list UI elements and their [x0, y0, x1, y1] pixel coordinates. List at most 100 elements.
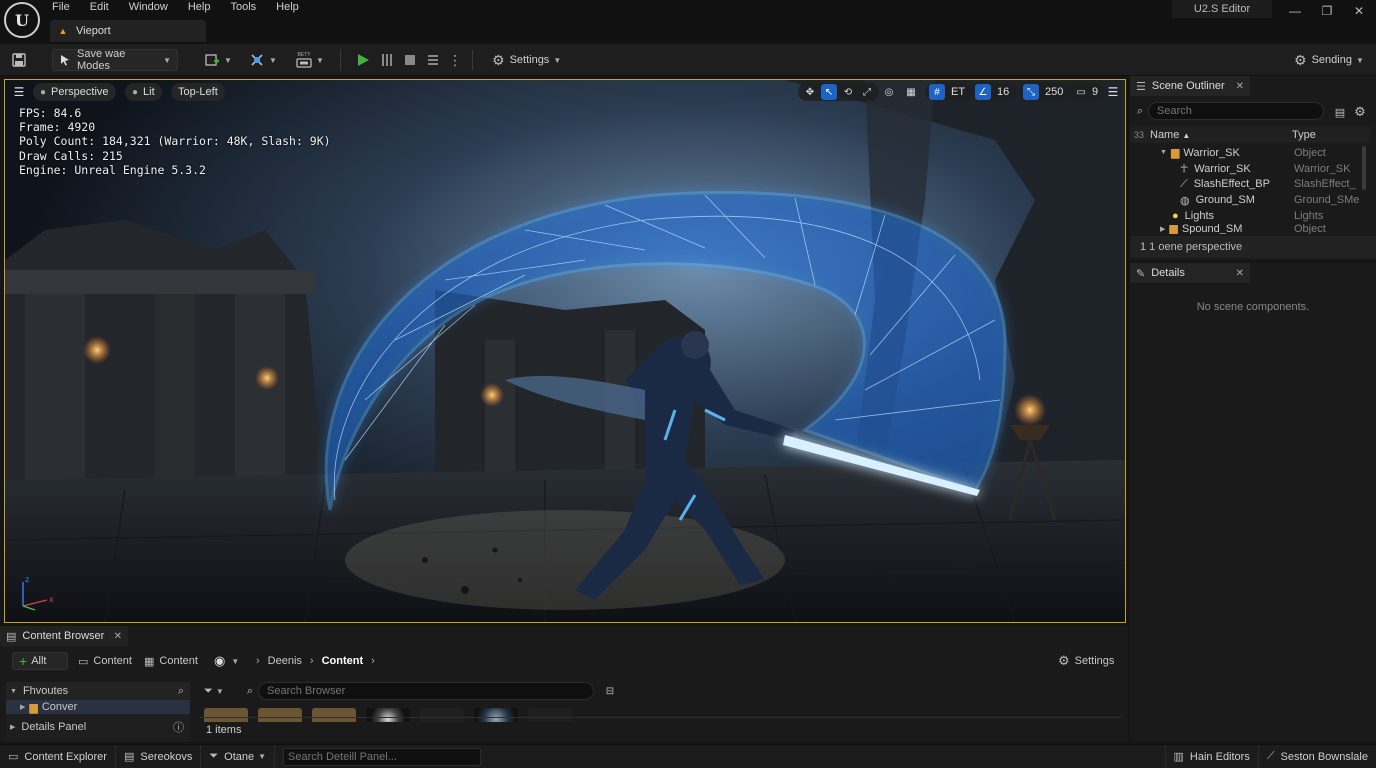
rotation-snap-icon[interactable]: ∠ — [975, 84, 991, 100]
chevron-down-icon: ▼ — [553, 55, 562, 65]
minimize-icon[interactable]: — — [1280, 0, 1310, 22]
expand-icon: ▶ — [20, 704, 26, 711]
source-control-dropdown[interactable]: ⚙ Sending ▼ — [1288, 49, 1370, 71]
layout-dropdown[interactable]: Top-Left — [171, 83, 225, 101]
sequences-button[interactable]: ▤ Sereokovs — [116, 744, 202, 768]
asset-thumbnail[interactable] — [366, 708, 410, 722]
rotation-snap-value[interactable]: 16 — [994, 86, 1012, 98]
close-icon[interactable]: ✕ — [1236, 81, 1244, 92]
cmd-dropdown[interactable]: ⏷ Otane ▼ — [201, 744, 276, 768]
camera-options-icon[interactable]: ▭ — [1073, 84, 1089, 100]
menu-edit[interactable]: Edit — [90, 1, 109, 14]
asset-thumbnail[interactable] — [474, 708, 518, 722]
close-icon[interactable]: ✕ — [1236, 268, 1244, 279]
camera-options-value[interactable]: 9 — [1092, 86, 1101, 98]
menu-help-2[interactable]: Help — [276, 1, 299, 14]
filter-dropdown[interactable]: ⏷ ▼ — [204, 682, 224, 700]
content-settings-button[interactable]: ⚙ Settings — [1058, 652, 1114, 670]
viewport-options-icon[interactable]: ☰ — [11, 84, 27, 100]
close-window-icon[interactable]: ✕ — [1344, 0, 1374, 22]
rotate-icon[interactable]: ⟲ — [840, 84, 856, 100]
main-editors-button[interactable]: ▥ Hain Editors — [1164, 744, 1259, 768]
chevron-down-icon: ▼ — [224, 55, 232, 65]
details-panel-header[interactable]: ▶ Details Panel ⓘ — [6, 718, 190, 736]
eject-icon[interactable] — [424, 51, 442, 69]
add-button[interactable]: + Allt — [12, 652, 68, 670]
camera-speed-value[interactable]: 250 — [1042, 86, 1066, 98]
tree-row[interactable]: ⟋ SlashEffect_BP SlashEffect_ — [1130, 177, 1370, 193]
source-control-status[interactable]: ⟋ Seston Bownslale — [1259, 745, 1376, 768]
view-options[interactable]: ◉ ▼ — [214, 652, 239, 670]
folder-icon: ▆ — [1170, 147, 1180, 160]
favourites-header[interactable]: ▼ Fhvoutes ⌕ — [6, 682, 190, 700]
gear-icon[interactable]: ⚙ — [1352, 104, 1368, 120]
tree-row[interactable]: ◍ Ground_SM Ground_SMe — [1130, 192, 1370, 208]
scene-outliner-tab[interactable]: ☰ Scene Outliner ✕ — [1130, 76, 1250, 96]
viewport-menu-icon[interactable]: ☰ — [1105, 84, 1121, 100]
import-button[interactable]: ▭ Content — [78, 652, 132, 670]
pause-icon[interactable] — [378, 51, 396, 69]
search-icon[interactable]: ⌕ — [178, 685, 184, 698]
asset-thumbnail[interactable] — [312, 708, 356, 722]
menu-file[interactable]: File — [52, 1, 70, 14]
breadcrumb-item[interactable]: Deenis — [268, 655, 302, 667]
console-input[interactable] — [283, 747, 482, 766]
lit-label: Lit — [143, 86, 155, 98]
name-column-header[interactable]: Name ▲ — [1150, 129, 1292, 141]
document-tab[interactable]: ▲ Vieport — [50, 20, 206, 42]
unreal-logo-icon[interactable]: U — [4, 2, 40, 38]
save-search-icon[interactable]: ⊟ — [602, 683, 618, 699]
outliner-scrollbar[interactable] — [1362, 146, 1366, 190]
asset-search-input[interactable] — [258, 682, 594, 700]
asset-thumbnail[interactable] — [258, 708, 302, 722]
type-column-header[interactable]: Type — [1292, 129, 1316, 141]
blueprint-button[interactable]: ▼ — [243, 49, 283, 71]
level-viewport[interactable]: ☰ ● Perspective ● Lit Top-Left FPS: 84.6… — [4, 79, 1126, 623]
grid-snap-value[interactable]: ET — [948, 86, 968, 98]
add-actor-button[interactable]: ▼ — [198, 49, 238, 71]
maximize-icon[interactable]: ❐ — [1312, 0, 1342, 22]
asset-search-row: ⌕ — [242, 682, 596, 700]
tree-row-type: Ground_SMe — [1294, 194, 1360, 207]
content-browser-tab[interactable]: ▤ Content Browser ✕ — [0, 626, 128, 646]
move-icon[interactable]: ↖ — [821, 84, 837, 100]
grid-snap-icon[interactable]: # — [929, 84, 945, 100]
tree-row[interactable]: ▶ ▆ Spound_SM Object — [1130, 224, 1370, 234]
close-icon[interactable]: ✕ — [114, 631, 122, 642]
asset-thumbnail[interactable] — [204, 708, 248, 722]
tree-row[interactable]: ▼ ▆ Warrior_SK Object — [1130, 145, 1370, 161]
help-icon[interactable]: ⓘ — [173, 719, 184, 735]
world-local-icon[interactable]: ◎ — [881, 84, 897, 100]
stop-icon[interactable] — [401, 51, 419, 69]
menu-tools[interactable]: Tools — [230, 1, 256, 14]
content-drawer-button[interactable]: ▭ Content Explorer — [0, 744, 116, 768]
perspective-dropdown[interactable]: ● Perspective — [33, 83, 116, 101]
scale-icon[interactable]: ⤢ — [859, 84, 875, 100]
save-icon[interactable] — [10, 51, 28, 69]
filter-icon[interactable]: ▤ — [1332, 104, 1348, 120]
chevron-down-icon: ▼ — [163, 55, 171, 65]
details-tab[interactable]: ✎ Details ✕ — [1130, 263, 1250, 283]
folder-item[interactable]: ▶ ▆ Conver — [6, 700, 190, 714]
save-all-button[interactable]: ▦ Content — [144, 652, 198, 670]
breadcrumb-item[interactable]: Content — [322, 655, 364, 667]
more-options-icon[interactable]: ⋮ — [448, 51, 462, 69]
tree-row[interactable]: ☥ Warrior_SK Warrior_SK — [1130, 161, 1370, 177]
menu-window[interactable]: Window — [129, 1, 168, 14]
camera-speed-icon[interactable]: ⤡ — [1023, 84, 1039, 100]
chevron-right-icon: › — [309, 655, 314, 667]
chevron-right-icon: › — [256, 655, 260, 667]
platforms-button[interactable]: BETY ▼ — [290, 49, 330, 71]
select-icon[interactable]: ✥ — [802, 84, 818, 100]
asset-thumbnail[interactable] — [528, 708, 572, 722]
settings-dropdown[interactable]: ⚙ Settings ▼ — [486, 49, 567, 71]
outliner-search-input[interactable] — [1148, 102, 1324, 120]
surface-snap-icon[interactable]: ▦ — [903, 84, 919, 100]
level-icon: ▲ — [58, 26, 68, 36]
lit-dropdown[interactable]: ● Lit — [125, 83, 162, 101]
menu-help[interactable]: Help — [188, 1, 211, 14]
play-icon[interactable] — [354, 51, 372, 69]
asset-thumbnail[interactable] — [420, 708, 464, 722]
tree-row[interactable]: ● Lights Lights — [1130, 208, 1370, 224]
modes-dropdown[interactable]: Save wae Modes ▼ — [52, 48, 178, 72]
